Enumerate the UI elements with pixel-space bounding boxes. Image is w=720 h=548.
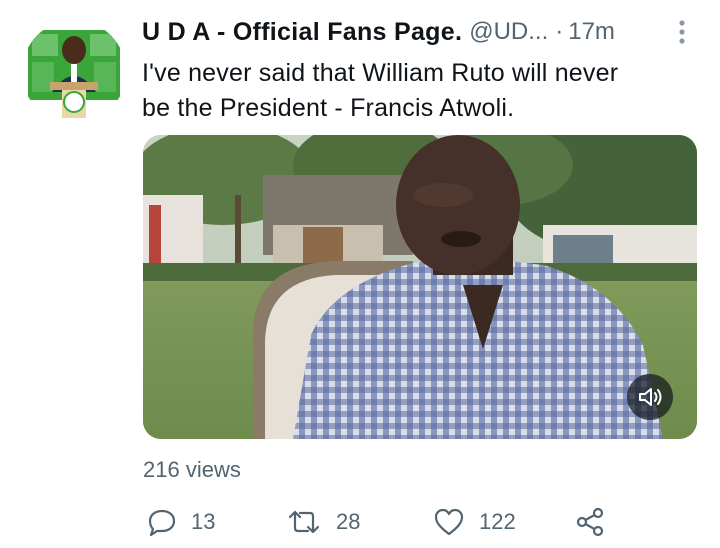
share-button[interactable]: [575, 500, 605, 544]
separator-dot: ·: [555, 18, 564, 45]
like-count: 122: [479, 509, 516, 534]
share-icon: [575, 507, 605, 537]
tweet-actions: 13 28 122: [143, 500, 623, 544]
reply-icon: [147, 508, 177, 536]
tweet-header: U D A - Official Fans Page. @UD... · 17m: [142, 14, 702, 50]
tweet-text: I've never said that William Ruto will n…: [142, 56, 702, 126]
reply-count: 13: [191, 509, 216, 534]
tweet-text-line-1: I've never said that William Ruto will n…: [142, 59, 619, 87]
display-name[interactable]: U D A - Official Fans Page.: [142, 18, 462, 47]
video-player[interactable]: [143, 135, 697, 439]
retweet-button[interactable]: 28: [286, 500, 360, 544]
like-button[interactable]: 122: [433, 500, 516, 544]
heart-icon: [433, 508, 465, 536]
speaker-icon[interactable]: [627, 374, 673, 420]
reply-button[interactable]: 13: [147, 500, 215, 544]
handle[interactable]: @UD...: [469, 18, 548, 46]
avatar[interactable]: [22, 20, 126, 124]
more-vertical-icon[interactable]: [662, 16, 702, 48]
retweet-icon: [286, 508, 322, 536]
video-frame: [143, 135, 697, 439]
timestamp[interactable]: 17m: [568, 18, 615, 46]
tweet-text-line-2: be the President - Francis Atwoli.: [142, 94, 515, 122]
views-count: 216 views: [143, 457, 241, 482]
retweet-count: 28: [336, 509, 361, 534]
